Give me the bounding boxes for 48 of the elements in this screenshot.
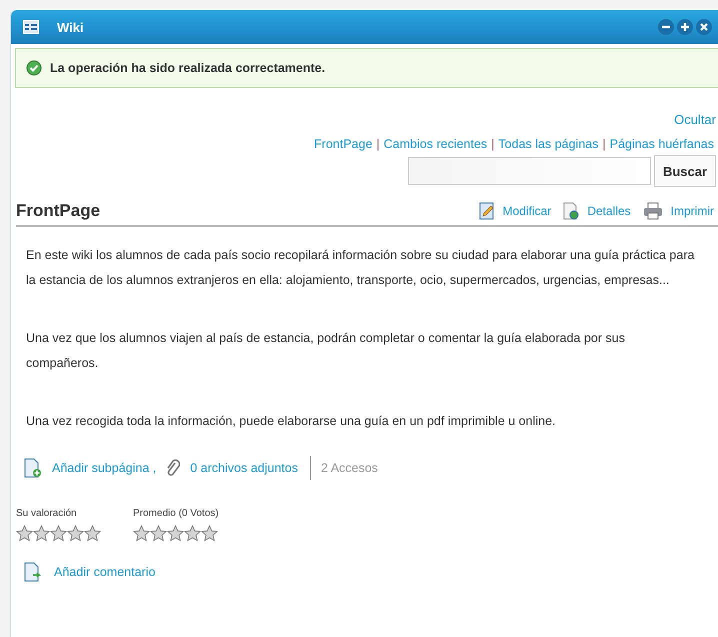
star-icon[interactable] <box>67 525 84 542</box>
globe-document-icon <box>563 202 580 220</box>
search-field[interactable] <box>408 157 651 185</box>
rating-label: Su valoración <box>16 508 78 519</box>
separator: | <box>491 137 494 151</box>
printer-icon <box>642 202 663 220</box>
edit-link[interactable]: Modificar <box>502 204 552 218</box>
minimize-icon[interactable] <box>658 19 674 35</box>
star-icon[interactable] <box>167 525 184 542</box>
nav-link[interactable]: Todas las páginas <box>498 137 598 151</box>
nav-link[interactable]: Páginas huérfanas <box>610 137 714 151</box>
star-icon[interactable] <box>184 525 201 542</box>
star-icon[interactable] <box>84 525 101 542</box>
nav-link[interactable]: FrontPage <box>314 137 372 151</box>
pencil-document-icon <box>478 202 495 220</box>
separator: | <box>376 137 380 151</box>
star-rating[interactable] <box>16 525 101 542</box>
star-icon[interactable] <box>133 525 150 542</box>
star-icon[interactable] <box>16 525 33 542</box>
star-icon[interactable] <box>50 525 67 542</box>
hide-link[interactable]: Ocultar <box>674 112 716 127</box>
paragraph: Una vez recogida toda la información, puede elaborarse una guía en un pdf imprimible u online. <box>26 413 556 430</box>
nav-link[interactable]: Cambios recientes <box>384 137 488 151</box>
window-title: Wiki <box>57 20 85 34</box>
star-icon[interactable] <box>33 525 50 542</box>
rating-label: Promedio (0 Votos) <box>133 508 219 519</box>
page-title: FrontPage <box>16 201 102 221</box>
paragraph: Una vez que los alumnos viajen al país de estancia, podrán completar o comentar la guía elaborada por sus compañeros. <box>26 330 626 372</box>
paragraph: En este wiki los alumnos de cada país socio recopilará información sobre su ciudad para elaborar una guía práctica para la estancia de los alumnos extranjeros en ella: alojamiento, transporte, ocio, supermercados, urgencias, empresas... <box>26 247 696 289</box>
add-document-icon <box>24 458 42 478</box>
search-button[interactable]: Buscar <box>654 155 716 187</box>
paperclip-icon <box>166 459 180 477</box>
comment-document-icon <box>24 562 42 582</box>
window-icon <box>23 20 39 34</box>
add-subpage-link[interactable]: Añadir subpágina , <box>52 461 156 475</box>
separator: | <box>602 137 606 151</box>
attachments-link[interactable]: 0 archivos adjuntos <box>190 461 298 475</box>
close-icon[interactable] <box>696 19 712 35</box>
message-text: La operación ha sido realizada correctamente. <box>50 61 326 75</box>
star-icon[interactable] <box>150 525 167 542</box>
star-icon[interactable] <box>201 525 218 542</box>
print-link[interactable]: Imprimir <box>670 204 714 218</box>
check-circle-icon <box>26 60 42 76</box>
star-rating[interactable] <box>133 525 219 542</box>
maximize-icon[interactable] <box>677 19 693 35</box>
details-link[interactable]: Detalles <box>587 204 631 218</box>
hits-count: 2 Accesos <box>320 461 378 475</box>
add-comment-link[interactable]: Añadir comentario <box>54 565 156 579</box>
